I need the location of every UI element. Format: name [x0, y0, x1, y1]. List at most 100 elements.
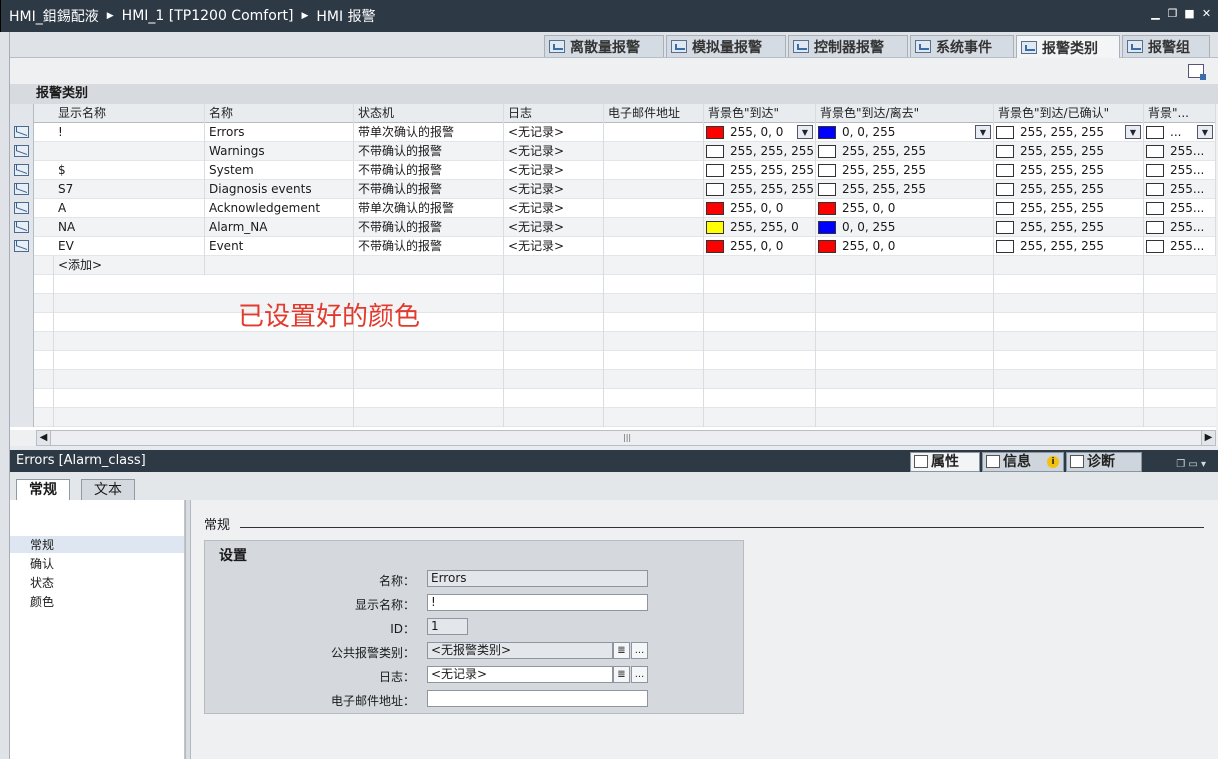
row-header[interactable] — [10, 332, 34, 351]
tab-diagnostics[interactable]: 诊断 — [1066, 452, 1142, 472]
color-swatch[interactable] — [1146, 164, 1164, 177]
row-header[interactable] — [10, 389, 34, 408]
cell-bg-incoming-outgoing[interactable]: 255, 0, 0 — [816, 199, 994, 218]
add-new-button[interactable]: <添加> — [54, 256, 205, 275]
column-header-log[interactable]: 日志 — [504, 104, 604, 123]
row-header[interactable] — [10, 408, 34, 427]
row-header[interactable] — [10, 123, 34, 142]
cell-log[interactable]: <无记录> — [504, 123, 604, 142]
cell-bg-incoming-acknowledged[interactable]: 255, 255, 255 — [994, 237, 1144, 256]
cell-bg-incoming[interactable]: 255, 255, 0 — [704, 218, 816, 237]
tab-properties[interactable]: 属性 — [910, 452, 980, 472]
cell-name[interactable]: System — [205, 161, 354, 180]
row-header[interactable] — [10, 351, 34, 370]
cell-bg-incoming-acknowledged[interactable]: 255, 255, 255 — [994, 161, 1144, 180]
cell-email[interactable] — [604, 142, 704, 161]
column-header-bg-incoming-outgoing[interactable]: 背景色"到达/离去" — [816, 104, 994, 123]
cell-bg-incoming-outgoing[interactable]: 255, 0, 0 — [816, 237, 994, 256]
restore-icon[interactable]: ❐ — [1167, 8, 1178, 19]
cell-bg-incoming[interactable]: 255, 255, 255 — [704, 180, 816, 199]
dropdown-icon[interactable]: ▼ — [797, 125, 813, 139]
log-field[interactable]: <无记录> — [427, 666, 613, 683]
scroll-thumb[interactable]: ||| — [623, 433, 631, 442]
color-swatch[interactable] — [996, 240, 1014, 253]
cell-bg-incoming[interactable]: 255, 255, 255 — [704, 161, 816, 180]
color-swatch[interactable] — [818, 240, 836, 253]
tab-discrete-alarms[interactable]: 离散量报警 — [544, 35, 664, 57]
subtab-texts[interactable]: 文本 — [81, 479, 135, 501]
column-header-state-machine[interactable]: 状态机 — [354, 104, 504, 123]
row-header[interactable] — [10, 142, 34, 161]
tab-controller-alarms[interactable]: 控制器报警 — [788, 35, 908, 57]
color-swatch[interactable] — [706, 126, 724, 139]
color-swatch[interactable] — [1146, 183, 1164, 196]
row-header[interactable] — [10, 313, 34, 332]
cell-bg-incoming-outgoing[interactable]: 255, 255, 255 — [816, 142, 994, 161]
dropdown-icon[interactable]: ▼ — [975, 125, 991, 139]
cell-name[interactable]: Alarm_NA — [205, 218, 354, 237]
row-header[interactable] — [10, 199, 34, 218]
cell-log[interactable]: <无记录> — [504, 237, 604, 256]
common-alarm-class-field[interactable]: <无报警类别> — [427, 642, 613, 659]
cell-bg-incoming-outgoing[interactable]: 0, 0, 255 ▼ — [816, 123, 994, 142]
row-header[interactable] — [10, 275, 34, 294]
cell-display[interactable]: ! — [54, 123, 205, 142]
tab-info[interactable]: 信息 i — [982, 452, 1064, 472]
cell-email[interactable] — [604, 199, 704, 218]
nav-item-general[interactable]: 常规 — [10, 536, 184, 553]
cell-bg-more[interactable]: ... ▼ — [1144, 123, 1216, 142]
row-header[interactable] — [10, 294, 34, 313]
scroll-right-icon[interactable]: ▶ — [1201, 431, 1215, 445]
cell-bg-incoming-outgoing[interactable]: 255, 255, 255 — [816, 161, 994, 180]
color-swatch[interactable] — [818, 164, 836, 177]
cell-bg-more[interactable]: 255... — [1144, 142, 1216, 161]
breadcrumb-project[interactable]: HMI_鉬錫配液 — [9, 6, 99, 26]
cell-email[interactable] — [604, 123, 704, 142]
list-icon[interactable]: ≣ — [613, 642, 630, 659]
display-name-field[interactable]: ! — [427, 594, 648, 611]
cell-state[interactable]: 不带确认的报警 — [354, 218, 504, 237]
color-swatch[interactable] — [1146, 221, 1164, 234]
horizontal-scrollbar[interactable]: ◀ ||| ▶ — [36, 430, 1216, 446]
cell-name[interactable]: Event — [205, 237, 354, 256]
column-header-name[interactable]: 名称 — [205, 104, 354, 123]
color-swatch[interactable] — [818, 202, 836, 215]
dropdown-icon[interactable]: ▼ — [1125, 125, 1141, 139]
nav-item-status[interactable]: 状态 — [30, 574, 54, 591]
row-header[interactable] — [10, 237, 34, 256]
cell-email[interactable] — [604, 180, 704, 199]
table-settings-icon[interactable] — [1188, 64, 1206, 80]
cell-name[interactable]: Errors — [205, 123, 354, 142]
cell-bg-incoming[interactable]: 255, 0, 0 ▼ — [704, 123, 816, 142]
cell-log[interactable]: <无记录> — [504, 161, 604, 180]
row-header[interactable] — [10, 370, 34, 389]
color-swatch[interactable] — [996, 145, 1014, 158]
cell-log[interactable]: <无记录> — [504, 218, 604, 237]
cell-bg-more[interactable]: 255... — [1144, 199, 1216, 218]
nav-item-acknowledgement[interactable]: 确认 — [30, 555, 54, 572]
scroll-left-icon[interactable]: ◀ — [37, 431, 51, 445]
cell-name[interactable]: Acknowledgement — [205, 199, 354, 218]
browse-button[interactable]: ... — [631, 642, 648, 659]
color-swatch[interactable] — [1146, 145, 1164, 158]
cell-display[interactable]: NA — [54, 218, 205, 237]
email-field[interactable] — [427, 690, 648, 707]
cell-state[interactable]: 带单次确认的报警 — [354, 199, 504, 218]
cell-bg-incoming-outgoing[interactable]: 255, 255, 255 — [816, 180, 994, 199]
color-swatch[interactable] — [1146, 240, 1164, 253]
color-swatch[interactable] — [818, 126, 836, 139]
cell-email[interactable] — [604, 237, 704, 256]
nav-item-colors[interactable]: 颜色 — [30, 593, 54, 610]
minimize-icon[interactable]: ▁ — [1150, 8, 1161, 19]
cell-bg-incoming[interactable]: 255, 0, 0 — [704, 199, 816, 218]
column-header-email[interactable]: 电子邮件地址 — [604, 104, 704, 123]
cell-display[interactable]: S7 — [54, 180, 205, 199]
color-swatch[interactable] — [1146, 126, 1164, 139]
cell-name[interactable]: Warnings — [205, 142, 354, 161]
color-swatch[interactable] — [996, 183, 1014, 196]
cell-bg-more[interactable]: 255... — [1144, 180, 1216, 199]
breadcrumb-editor[interactable]: HMI 报警 — [316, 6, 375, 26]
color-swatch[interactable] — [706, 164, 724, 177]
id-field[interactable]: 1 — [427, 618, 468, 635]
cell-bg-incoming-acknowledged[interactable]: 255, 255, 255 — [994, 218, 1144, 237]
